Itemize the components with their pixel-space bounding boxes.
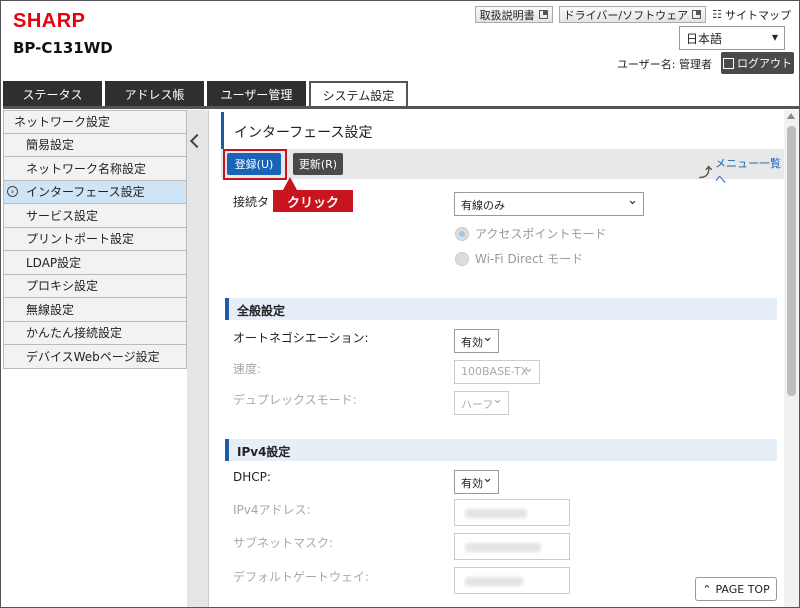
driver-link-label: ドライバー/ソフトウェア — [563, 8, 689, 22]
model-name: BP-C131WD — [13, 39, 113, 57]
sidebar-item-label: インターフェース設定 — [26, 185, 145, 200]
external-window-icon — [538, 10, 548, 19]
logout-button[interactable]: ログアウト — [721, 52, 794, 74]
radio-label: アクセスポイントモード — [475, 227, 607, 241]
ipv4-address-label: IPv4アドレス: — [233, 503, 311, 517]
default-gateway-input[interactable] — [454, 567, 570, 594]
speed-select[interactable]: 100BASE-TX — [454, 360, 540, 384]
sidebar-item-easy-setup[interactable]: 簡易設定 — [3, 133, 187, 157]
tab-divider — [3, 106, 799, 109]
page-top-label: PAGE TOP — [715, 582, 770, 596]
ipv4-address-input[interactable] — [454, 499, 570, 526]
logout-icon — [723, 57, 734, 69]
default-gateway-label: デフォルトゲートウェイ: — [233, 570, 370, 584]
tab-system-settings[interactable]: システム設定 — [309, 81, 408, 108]
page-title: インターフェース設定 — [221, 112, 786, 149]
sidebar-item-easy-connect[interactable]: かんたん接続設定 — [3, 321, 187, 345]
dhcp-label: DHCP: — [233, 470, 271, 484]
user-name: ユーザー名: 管理者 — [617, 58, 712, 71]
duplex-select[interactable]: ハーフ — [454, 391, 509, 415]
sidebar-item-ldap[interactable]: LDAP設定 — [3, 251, 187, 275]
menu-list-link[interactable]: ⤴ メニュー一覧へ — [699, 155, 786, 187]
main-tabs: ステータス アドレス帳 ユーザー管理 システム設定 — [3, 81, 408, 108]
chevron-left-icon — [189, 133, 205, 149]
subnet-mask-label: サブネットマスク: — [233, 536, 334, 550]
sitemap-link[interactable]: ☷ サイトマップ — [712, 7, 791, 23]
section-ipv4: IPv4設定 — [225, 439, 777, 461]
logout-label: ログアウト — [737, 57, 792, 70]
sidebar-item-proxy[interactable]: プロキシ設定 — [3, 274, 187, 298]
driver-software-link[interactable]: ドライバー/ソフトウェア — [558, 6, 707, 23]
radio-access-point[interactable]: アクセスポイントモード — [455, 225, 606, 242]
sidebar-item-print-port[interactable]: プリントポート設定 — [3, 227, 187, 251]
speed-label: 速度: — [233, 362, 262, 376]
redacted-value — [465, 509, 527, 518]
dhcp-select[interactable]: 有効 — [454, 470, 499, 494]
top-links: 取扱説明書 ドライバー/ソフトウェア ☷ サイトマップ — [474, 6, 791, 23]
sidebar-item-network-name[interactable]: ネットワーク名称設定 — [3, 157, 187, 181]
tab-status[interactable]: ステータス — [3, 81, 102, 107]
menu-list-label: メニュー一覧へ — [715, 157, 782, 186]
page-top-button[interactable]: ⌃ PAGE TOP — [695, 577, 777, 601]
main-content: インターフェース設定 登録(U) 更新(R) ⤴ メニュー一覧へ 接続タ クリッ… — [221, 110, 786, 607]
redacted-value — [465, 577, 523, 586]
save-button[interactable]: 登録(U) — [227, 153, 281, 175]
app-window: SHARP BP-C131WD 取扱説明書 ドライバー/ソフトウェア ☷ サイト… — [0, 0, 800, 608]
sidebar-item-web-page[interactable]: デバイスWebページ設定 — [3, 345, 187, 369]
external-window-icon — [692, 10, 702, 19]
tab-user-management[interactable]: ユーザー管理 — [207, 81, 306, 107]
section-general: 全般設定 — [225, 298, 777, 320]
sidebar-header-network[interactable]: ネットワーク設定 — [3, 110, 187, 134]
sitemap-label: サイトマップ — [725, 8, 791, 22]
sitemap-icon: ☷ — [712, 8, 722, 21]
manual-link[interactable]: 取扱説明書 — [474, 6, 553, 23]
click-callout: クリック — [273, 190, 353, 212]
return-arrow-icon: ⤴ — [699, 165, 713, 181]
sharp-logo: SHARP — [13, 10, 86, 32]
language-select[interactable]: 日本語 — [679, 26, 785, 50]
callout-pointer — [283, 177, 297, 190]
sidebar: ネットワーク設定 簡易設定 ネットワーク名称設定 › インターフェース設定 サー… — [3, 110, 187, 369]
scroll-up-arrow-icon[interactable] — [787, 113, 795, 119]
autonegotiation-select[interactable]: 有効 — [454, 329, 499, 353]
sidebar-item-wireless[interactable]: 無線設定 — [3, 298, 187, 322]
refresh-button[interactable]: 更新(R) — [293, 153, 343, 175]
tab-address-book[interactable]: アドレス帳 — [105, 81, 204, 107]
chevron-right-icon: › — [7, 185, 18, 197]
subnet-mask-input[interactable] — [454, 533, 570, 560]
redacted-value — [465, 543, 541, 552]
chevron-up-icon: ⌃ — [702, 582, 712, 596]
sidebar-collapse-button[interactable] — [187, 110, 209, 607]
manual-link-label: 取扱説明書 — [479, 8, 535, 22]
connection-type-label: 接続タ — [233, 195, 270, 209]
connection-type-select[interactable]: 有線のみ — [454, 192, 644, 216]
scroll-thumb[interactable] — [787, 126, 796, 396]
radio-label: Wi-Fi Direct モード — [475, 252, 584, 266]
vertical-scrollbar[interactable] — [784, 110, 799, 607]
sidebar-item-service[interactable]: サービス設定 — [3, 204, 187, 228]
autonegotiation-label: オートネゴシエーション: — [233, 331, 369, 345]
radio-wifi-direct[interactable]: Wi-Fi Direct モード — [455, 250, 583, 267]
sidebar-item-interface[interactable]: › インターフェース設定 — [3, 180, 187, 204]
radio-dot — [455, 251, 469, 266]
duplex-label: デュプレックスモード: — [233, 393, 357, 407]
radio-dot — [455, 226, 469, 241]
